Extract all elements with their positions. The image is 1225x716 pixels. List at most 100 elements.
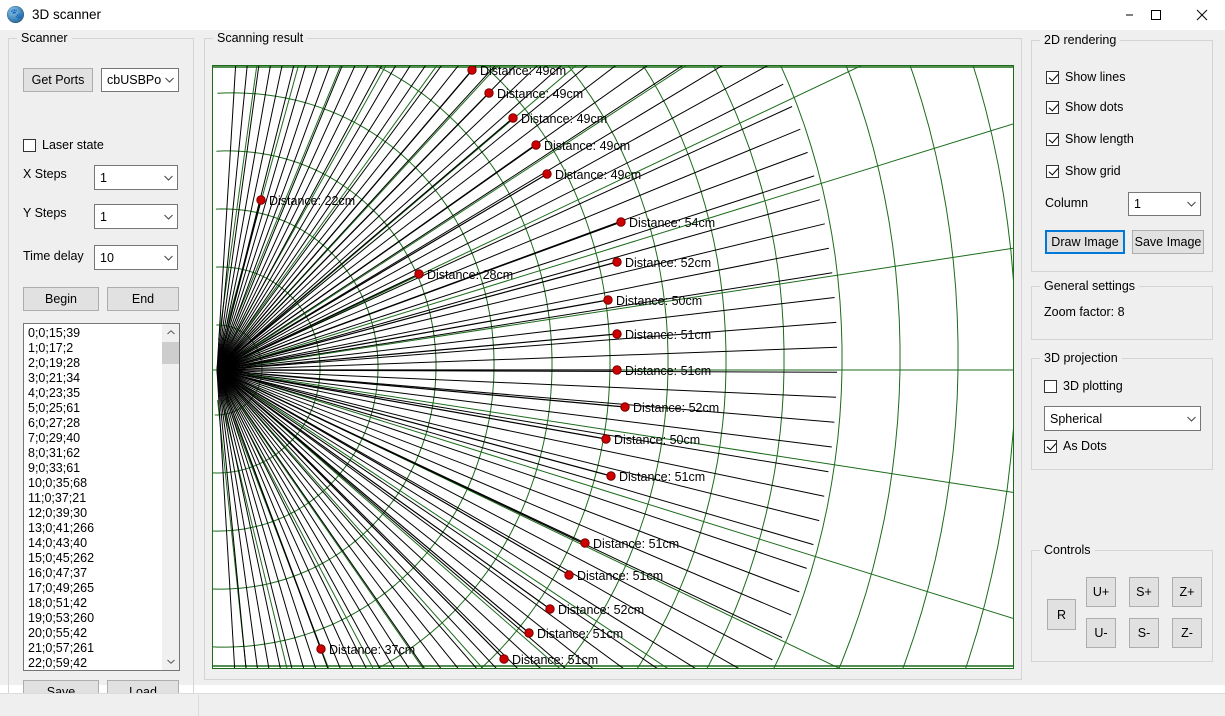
close-button[interactable]: [1179, 0, 1224, 30]
scan-point-dot: [612, 329, 622, 339]
y-steps-label: Y Steps: [23, 206, 67, 220]
reset-button[interactable]: R: [1047, 599, 1076, 630]
scan-point-dot: [256, 195, 266, 205]
as-dots-checkbox[interactable]: As Dots: [1044, 439, 1107, 453]
list-item[interactable]: 18;0;51;42: [28, 596, 162, 611]
rendering-2d-group: 2D rendering Show lines Show dots Show l…: [1031, 33, 1213, 272]
show-length-checkbox-box: [1046, 132, 1059, 146]
port-combobox-value: cbUSBPort: [107, 73, 161, 87]
maximize-button[interactable]: [1133, 0, 1178, 30]
s-minus-button[interactable]: S-: [1129, 618, 1159, 648]
as-dots-checkbox-box: [1044, 439, 1057, 453]
port-combobox[interactable]: cbUSBPort: [101, 68, 179, 92]
list-item[interactable]: 6;0;27;28: [28, 416, 162, 431]
x-steps-combobox[interactable]: 1: [94, 165, 178, 190]
z-minus-button[interactable]: Z-: [1172, 618, 1202, 648]
get-ports-button[interactable]: Get Ports: [23, 68, 93, 92]
list-item[interactable]: 20;0;55;42: [28, 626, 162, 641]
scan-rays: [216, 66, 838, 668]
list-item[interactable]: 17;0;49;265: [28, 581, 162, 596]
distance-label: Distance: 51cm: [593, 537, 679, 551]
show-lines-label: Show lines: [1065, 70, 1126, 84]
status-bar: [0, 693, 1225, 716]
show-grid-checkbox[interactable]: Show grid: [1046, 164, 1121, 178]
show-length-checkbox[interactable]: Show length: [1046, 132, 1134, 146]
list-item[interactable]: 16;0;47;37: [28, 566, 162, 581]
list-item[interactable]: 11;0;37;21: [28, 491, 162, 506]
plotting-3d-checkbox-box: [1044, 379, 1057, 393]
distance-label: Distance: 49cm: [555, 168, 641, 182]
list-item[interactable]: 13;0;41;266: [28, 521, 162, 536]
begin-button[interactable]: Begin: [23, 287, 99, 311]
u-minus-button[interactable]: U-: [1086, 618, 1116, 648]
list-item[interactable]: 10;0;35;68: [28, 476, 162, 491]
scan-data-listbox[interactable]: 0;0;15;39 1;0;17;2 2;0;19;28 3;0;21;34 4;0;2…: [23, 323, 180, 671]
laser-state-checkbox-box: [23, 138, 36, 152]
distance-label: Distance: 54cm: [629, 216, 715, 230]
chevron-down-icon: [161, 77, 178, 83]
list-item[interactable]: 19;0;53;260: [28, 611, 162, 626]
scroll-up-icon[interactable]: [162, 324, 179, 341]
list-item[interactable]: 1;0;17;2: [28, 341, 162, 356]
list-item[interactable]: 8;0;31;62: [28, 446, 162, 461]
s-plus-button[interactable]: S+: [1129, 577, 1159, 607]
chevron-down-icon: [160, 255, 177, 261]
show-length-label: Show length: [1065, 132, 1134, 146]
scan-point-dot: [524, 628, 534, 638]
end-button[interactable]: End: [107, 287, 179, 311]
list-item[interactable]: 3;0;21;34: [28, 371, 162, 386]
scan-point-dot: [484, 88, 494, 98]
rendering-2d-group-title: 2D rendering: [1040, 33, 1121, 47]
scroll-down-icon[interactable]: [162, 653, 179, 670]
column-combobox[interactable]: 1: [1128, 192, 1201, 216]
list-item[interactable]: 22;0;59;42: [28, 656, 162, 670]
plotting-3d-label: 3D plotting: [1063, 379, 1123, 393]
listbox-scrollbar-thumb[interactable]: [162, 342, 179, 364]
x-steps-label: X Steps: [23, 167, 67, 181]
list-item[interactable]: 4;0;23;35: [28, 386, 162, 401]
laser-state-checkbox[interactable]: Laser state: [23, 138, 104, 152]
projection-type-combobox[interactable]: Spherical: [1044, 406, 1201, 431]
u-plus-button[interactable]: U+: [1086, 577, 1116, 607]
list-item[interactable]: 9;0;33;61: [28, 461, 162, 476]
distance-label: Distance: 51cm: [619, 470, 705, 484]
scan-point-dot: [531, 140, 541, 150]
window-title: 3D scanner: [32, 7, 102, 22]
time-delay-combobox[interactable]: 10: [94, 245, 178, 270]
show-lines-checkbox[interactable]: Show lines: [1046, 70, 1125, 84]
z-plus-button[interactable]: Z+: [1172, 577, 1202, 607]
save-image-button[interactable]: Save Image: [1132, 230, 1204, 254]
list-item[interactable]: 14;0;43;40: [28, 536, 162, 551]
scan-point-dot: [620, 402, 630, 412]
list-item[interactable]: 2;0;19;28: [28, 356, 162, 371]
list-item[interactable]: 0;0;15;39: [28, 326, 162, 341]
scan-point-dot: [616, 217, 626, 227]
scan-point-dot: [601, 434, 611, 444]
chevron-down-icon: [160, 214, 177, 220]
laser-state-label: Laser state: [42, 138, 104, 152]
y-steps-value: 1: [100, 209, 107, 224]
time-delay-label: Time delay: [23, 249, 84, 263]
scan-point-dot: [499, 654, 509, 664]
x-steps-value: 1: [100, 170, 107, 185]
plotting-3d-checkbox[interactable]: 3D plotting: [1044, 379, 1123, 393]
zoom-factor-value: Zoom factor: 8: [1044, 305, 1125, 319]
scan-plot-canvas[interactable]: Distance: 49cm Distance: 49cm Distance: 49…: [212, 65, 1014, 669]
list-item[interactable]: 5;0;25;61: [28, 401, 162, 416]
draw-image-button[interactable]: Draw Image: [1045, 230, 1125, 254]
y-steps-combobox[interactable]: 1: [94, 204, 178, 229]
show-grid-label: Show grid: [1065, 164, 1121, 178]
list-item[interactable]: 21;0;57;261: [28, 641, 162, 656]
scan-point-dot: [508, 113, 518, 123]
list-item[interactable]: 12;0;39;30: [28, 506, 162, 521]
show-dots-checkbox[interactable]: Show dots: [1046, 100, 1123, 114]
show-grid-checkbox-box: [1046, 164, 1059, 178]
distance-label: Distance: 22cm: [269, 194, 355, 208]
scan-point-dot: [316, 644, 326, 654]
list-item[interactable]: 7;0;29;40: [28, 431, 162, 446]
listbox-scrollbar[interactable]: [161, 324, 179, 670]
app-globe-paw-icon: 🐾: [7, 6, 24, 23]
show-dots-checkbox-box: [1046, 100, 1059, 114]
scanner-group-title: Scanner: [17, 31, 72, 45]
list-item[interactable]: 15;0;45;262: [28, 551, 162, 566]
